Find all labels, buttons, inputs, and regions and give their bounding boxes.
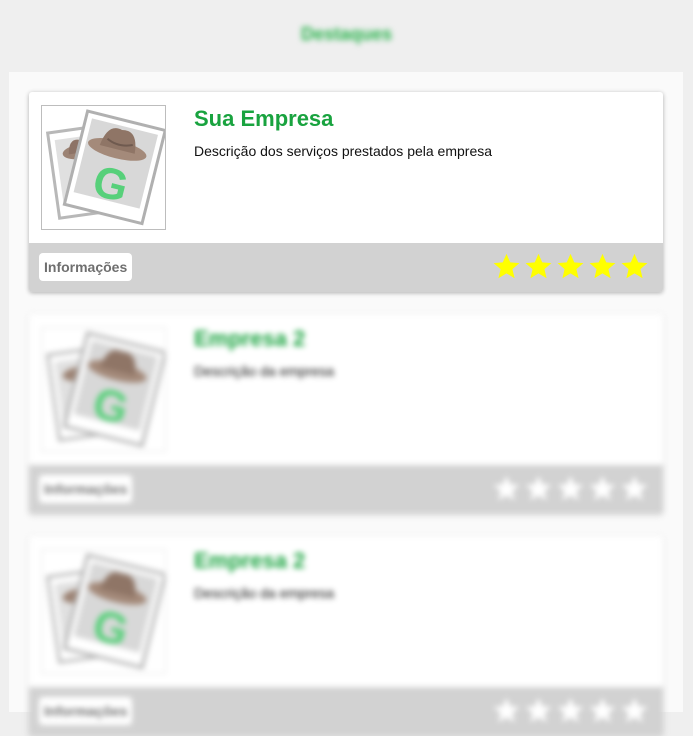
star-icon[interactable] <box>620 474 649 503</box>
company-description: Descrição da empresa <box>194 585 335 601</box>
company-logo: G <box>41 327 166 452</box>
company-name: Sua Empresa <box>194 106 334 131</box>
page-title: Destaques <box>300 24 393 44</box>
card-footer: Informações <box>29 687 663 736</box>
star-icon[interactable] <box>588 252 617 281</box>
rating-stars[interactable] <box>492 696 649 725</box>
card-footer: Informações <box>29 465 663 514</box>
company-logo: G <box>41 105 166 230</box>
company-card[interactable]: G Sua Empresa Descrição dos serviços pre… <box>29 92 663 292</box>
star-icon[interactable] <box>588 474 617 503</box>
company-name: Empresa 2 <box>194 548 306 573</box>
info-button[interactable]: Informações <box>39 475 133 503</box>
card-footer: Informações <box>29 243 663 292</box>
star-icon[interactable] <box>524 696 553 725</box>
info-button[interactable]: Informações <box>39 697 133 725</box>
star-icon[interactable] <box>556 696 585 725</box>
company-logo: G <box>41 549 166 674</box>
star-icon[interactable] <box>588 696 617 725</box>
hat-g-logo-icon: G <box>42 328 165 451</box>
star-icon[interactable] <box>492 474 521 503</box>
star-icon[interactable] <box>524 252 553 281</box>
star-icon[interactable] <box>556 474 585 503</box>
company-name: Empresa 2 <box>194 326 306 351</box>
company-description: Descrição dos serviços prestados pela em… <box>194 143 493 159</box>
rating-stars[interactable] <box>492 474 649 503</box>
star-icon[interactable] <box>524 474 553 503</box>
star-icon[interactable] <box>620 696 649 725</box>
star-icon[interactable] <box>556 252 585 281</box>
rating-stars[interactable] <box>492 252 649 281</box>
company-card[interactable]: G Empresa 2 Descrição da empresa Informa… <box>29 314 663 514</box>
star-icon[interactable] <box>492 696 521 725</box>
hat-g-logo-icon: G <box>42 106 165 229</box>
info-button[interactable]: Informações <box>39 253 133 281</box>
company-description: Descrição da empresa <box>194 363 335 379</box>
hat-g-logo-icon: G <box>42 550 165 673</box>
star-icon[interactable] <box>492 252 521 281</box>
company-card[interactable]: G Empresa 2 Descrição da empresa Informa… <box>29 536 663 736</box>
star-icon[interactable] <box>620 252 649 281</box>
